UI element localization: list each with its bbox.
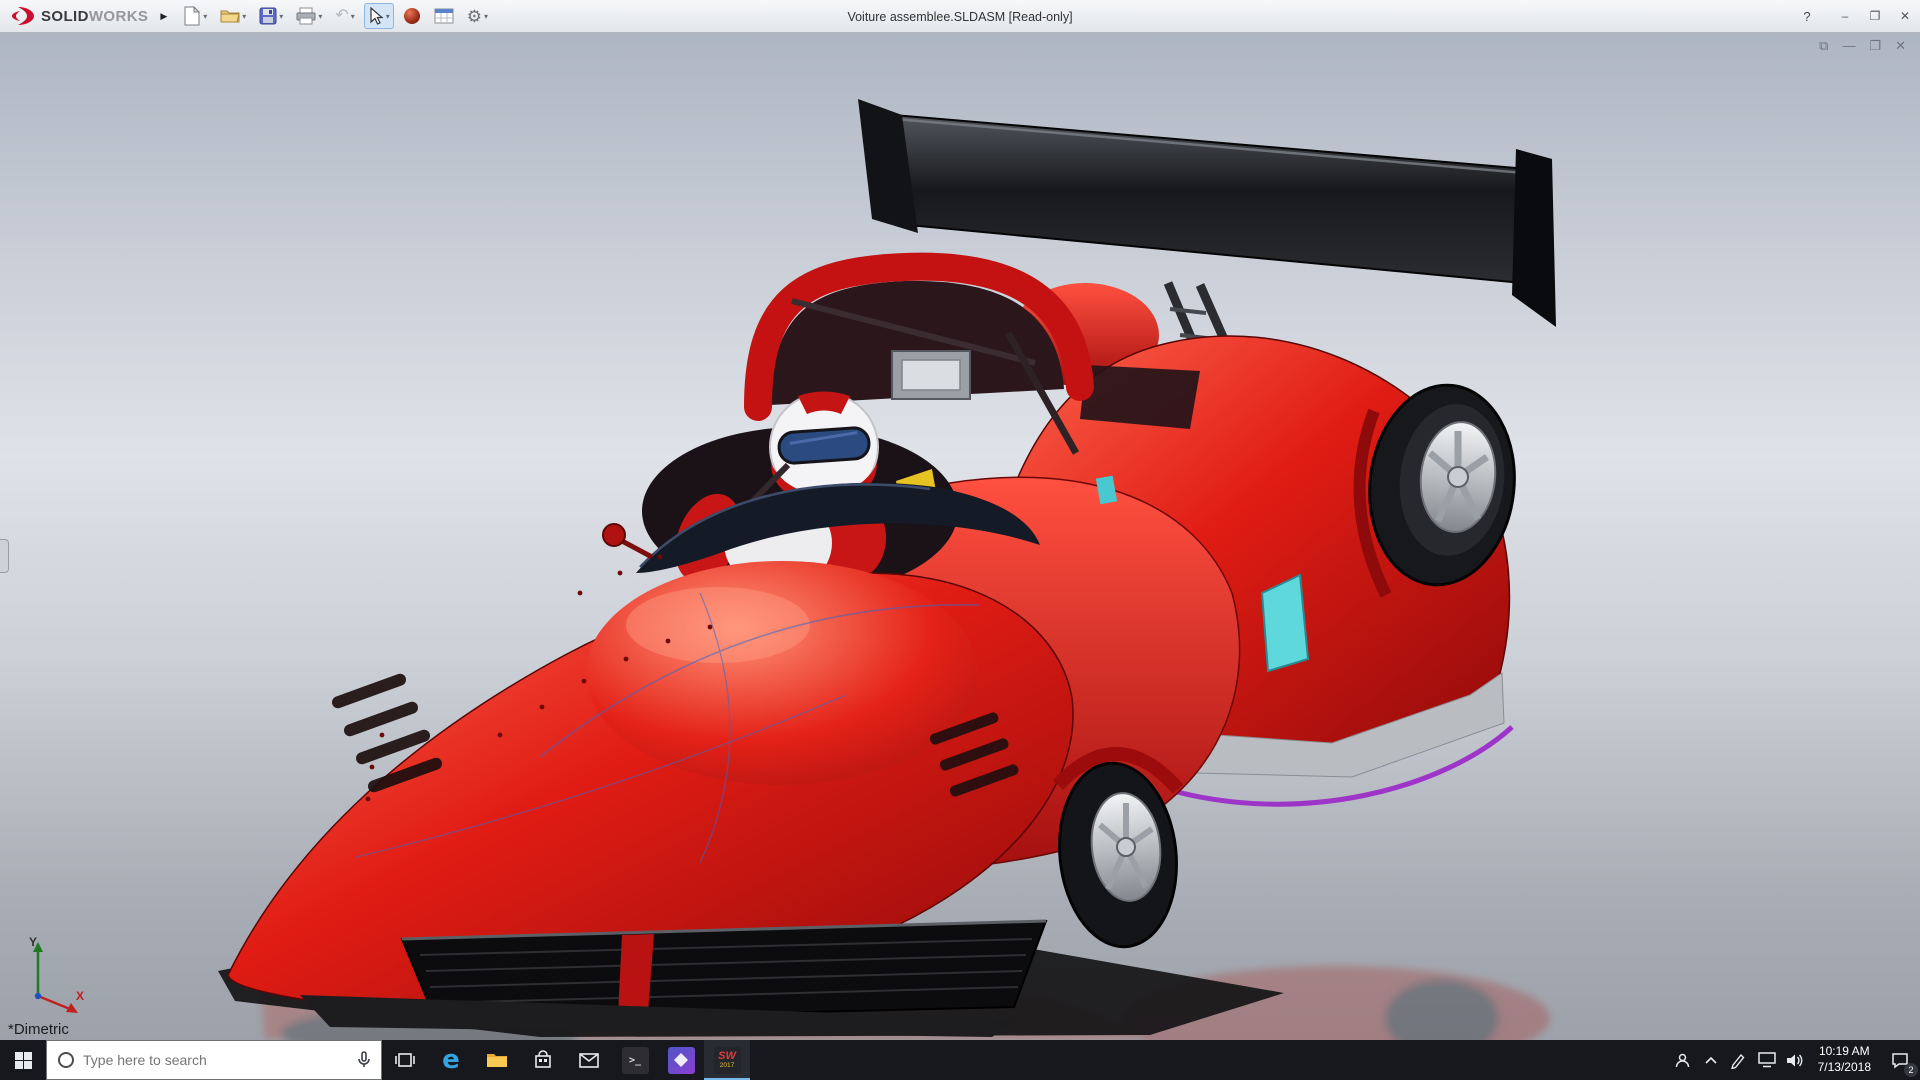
dropdown-arrow-icon: ▾ (242, 12, 246, 21)
window-controls: ? – ❐ ✕ (1792, 0, 1920, 32)
chevron-up-icon (1704, 1055, 1718, 1065)
close-button[interactable]: ✕ (1890, 0, 1920, 32)
ds-logo-icon (10, 5, 36, 27)
menu-flyout-arrow[interactable]: ▶ (152, 11, 175, 22)
engine-cover-inset (1080, 365, 1200, 429)
triad-y-label: Y (29, 935, 37, 949)
terminal-icon: >_ (622, 1047, 649, 1074)
doc-minimize-button[interactable]: — (1842, 38, 1855, 54)
taskbar-edge-button[interactable]: e (428, 1040, 474, 1080)
clock-time: 10:19 AM (1818, 1044, 1871, 1060)
doc-dock-button[interactable]: ⧉ (1819, 38, 1828, 54)
sheet-button[interactable] (430, 4, 458, 28)
undo-icon: ↶ (335, 8, 348, 24)
appearance-button[interactable] (399, 3, 425, 29)
taskbar-purple-app-button[interactable] (658, 1040, 704, 1080)
task-view-icon (395, 1051, 415, 1069)
taskbar-solidworks-button[interactable]: SW 2017 (704, 1040, 750, 1080)
microphone-icon[interactable] (357, 1051, 371, 1069)
clock-date: 7/13/2018 (1818, 1060, 1871, 1076)
taskbar-terminal-button[interactable]: >_ (612, 1040, 658, 1080)
save-button[interactable]: ▾ (255, 3, 287, 29)
titlebar: SOLIDWORKS ▶ ▾ ▾ ▾ ▾ ↶ ▾ ▾ (0, 0, 1920, 33)
purple-app-icon (668, 1047, 695, 1074)
brand-text: SOLIDWORKS (41, 8, 148, 25)
dropdown-arrow-icon: ▾ (484, 12, 488, 21)
select-tool-button[interactable]: ▾ (364, 3, 394, 29)
reference-triad: Y X (16, 934, 90, 1018)
pen-icon (1730, 1052, 1747, 1069)
network-button[interactable] (1753, 1040, 1781, 1080)
search-input[interactable] (83, 1052, 349, 1068)
file-explorer-icon (486, 1051, 508, 1069)
minimize-button[interactable]: – (1830, 0, 1860, 32)
cortana-icon (57, 1051, 75, 1069)
taskbar-search[interactable] (46, 1040, 382, 1080)
dropdown-arrow-icon: ▾ (203, 12, 207, 21)
new-document-button[interactable]: ▾ (179, 2, 211, 30)
open-button[interactable]: ▾ (216, 4, 250, 28)
windows-taskbar: e >_ SW 2017 (0, 1040, 1920, 1080)
hood-dome (586, 561, 978, 785)
select-cursor-icon (368, 7, 384, 25)
print-button[interactable]: ▾ (292, 3, 326, 29)
action-center-button[interactable]: 2 (1880, 1040, 1920, 1080)
window-title: Voiture assemblee.SLDASM [Read-only] (847, 0, 1072, 33)
graphics-viewport[interactable]: ⧉ — ❐ ✕ (0, 33, 1920, 1040)
solidworks-logo: SOLIDWORKS (0, 5, 152, 27)
taskbar-store-button[interactable] (520, 1040, 566, 1080)
document-window-controls: ⧉ — ❐ ✕ (1819, 38, 1906, 54)
mail-icon (579, 1053, 599, 1068)
notification-badge: 2 (1904, 1063, 1918, 1077)
volume-icon (1786, 1053, 1804, 1068)
volume-button[interactable] (1781, 1040, 1809, 1080)
help-button[interactable]: ? (1792, 0, 1822, 32)
triad-x-label: X (76, 989, 84, 1003)
dropdown-arrow-icon: ▾ (386, 12, 390, 21)
hidden-icons-button[interactable] (1697, 1040, 1725, 1080)
save-icon (259, 7, 277, 25)
dropdown-arrow-icon: ▾ (318, 12, 322, 21)
pen-button[interactable] (1725, 1040, 1753, 1080)
new-document-icon (183, 6, 201, 26)
solidworks-app-icon: SW 2017 (714, 1047, 741, 1074)
edge-icon: e (442, 1047, 460, 1073)
store-icon (534, 1050, 552, 1070)
task-view-button[interactable] (382, 1040, 428, 1080)
taskbar-file-explorer-button[interactable] (474, 1040, 520, 1080)
view-orientation-label: *Dimetric (8, 1021, 69, 1038)
people-icon (1674, 1052, 1691, 1069)
people-button[interactable] (1669, 1040, 1697, 1080)
doc-restore-button[interactable]: ❐ (1869, 38, 1881, 54)
print-icon (296, 7, 316, 25)
maximize-button[interactable]: ❐ (1860, 0, 1890, 32)
dropdown-arrow-icon: ▾ (351, 12, 355, 21)
car-model-render[interactable] (0, 33, 1920, 1040)
options-button[interactable]: ⚙ ▾ (463, 4, 492, 29)
network-icon (1758, 1052, 1776, 1068)
options-gear-icon: ⚙ (467, 8, 482, 25)
undo-button[interactable]: ↶ ▾ (331, 4, 358, 28)
side-mirror (603, 524, 652, 557)
dropdown-arrow-icon: ▾ (279, 12, 283, 21)
triad-origin (35, 993, 41, 999)
windows-logo-icon (15, 1052, 32, 1069)
start-button[interactable] (0, 1040, 46, 1080)
doc-close-button[interactable]: ✕ (1895, 38, 1906, 54)
appearance-sphere-icon (403, 7, 421, 25)
feature-manager-splitter-tab[interactable] (0, 539, 9, 573)
door-window-cyan (1262, 575, 1308, 671)
taskbar-mail-button[interactable] (566, 1040, 612, 1080)
open-folder-icon (220, 8, 240, 24)
quick-toolbar: ▾ ▾ ▾ ▾ ↶ ▾ ▾ ⚙ ▾ (179, 2, 492, 30)
sheet-icon (434, 8, 454, 24)
taskbar-clock[interactable]: 10:19 AM 7/13/2018 (1809, 1040, 1880, 1080)
system-tray: 10:19 AM 7/13/2018 2 (1669, 1040, 1920, 1080)
